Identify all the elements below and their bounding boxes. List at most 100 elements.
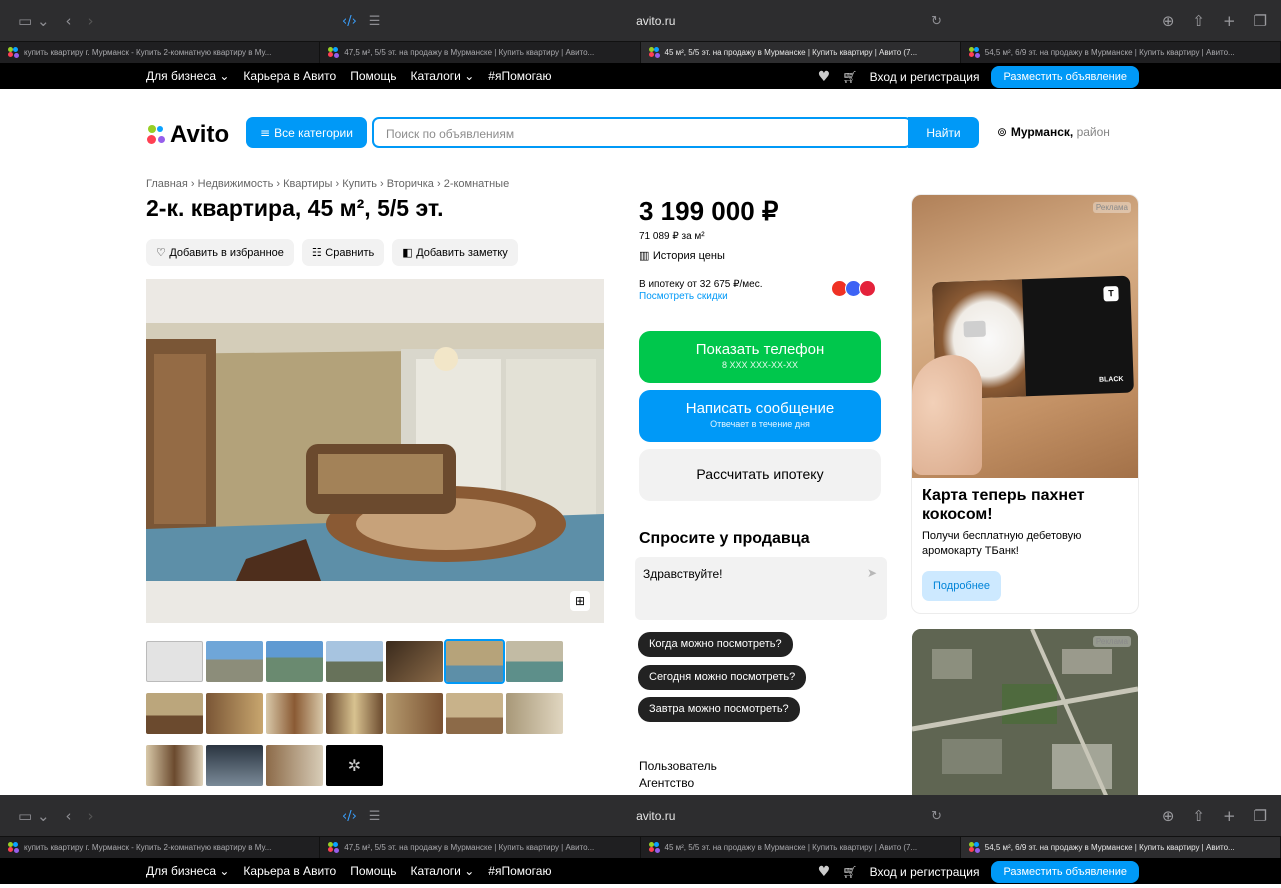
price-history-link[interactable]: ▥ История цены [639,249,725,262]
sidebar-toggle-icon[interactable]: ▭ ⌄ [18,807,50,825]
new-tab-icon[interactable]: + [1223,12,1236,30]
thumbnail[interactable] [266,641,323,682]
tabs-overview-icon[interactable]: ❐ [1254,807,1267,825]
avito-favicon-icon [968,842,980,853]
address-bar[interactable]: ‹/› ☰ avito.ru ↻ [342,803,942,829]
post-ad-button[interactable]: Разместить объявление [991,861,1139,883]
thumbnail[interactable] [146,641,203,682]
share-icon[interactable]: ⇧ [1192,12,1205,30]
find-button[interactable]: Найти [908,117,979,148]
quick-question-chip[interactable]: Когда можно посмотреть? [638,632,793,657]
nav-business[interactable]: Для бизнеса ⌄ [146,864,229,878]
thumbnail-more[interactable]: ✲ [326,745,383,786]
message-input[interactable]: Здравствуйте! ➤ [635,557,887,620]
ad-banner-tbank[interactable]: Реклама T BLACK Карта теперь пахнет коко… [912,195,1138,613]
tab-bar: купить квартиру г. Мурманск - Купить 2-к… [0,41,1281,63]
thumbnail[interactable] [206,745,263,786]
thumbnail[interactable] [386,693,443,734]
write-message-button[interactable]: Написать сообщение Отвечает в течение дн… [639,390,881,442]
ad-more-button[interactable]: Подробнее [922,571,1002,601]
nav-catalogs[interactable]: Каталоги ⌄ [411,69,475,83]
reader-icon[interactable]: ☰ [369,14,381,29]
nav-business[interactable]: Для бизнеса ⌄ [146,69,229,83]
thumbnail[interactable] [266,693,323,734]
forward-icon[interactable]: › [88,12,94,30]
back-icon[interactable]: ‹ [66,807,72,825]
menu-search-icon: ≡ [260,125,271,140]
thumbnail[interactable] [266,745,323,786]
seller-info: Пользователь Агентство [639,758,717,792]
compare-button[interactable]: ☷ Сравнить [301,239,385,266]
add-favorite-button[interactable]: ♡ Добавить в избранное [146,239,294,266]
add-note-button[interactable]: ◧ Добавить заметку [392,239,518,266]
reload-icon[interactable]: ↻ [931,809,942,824]
reader-icon[interactable]: ☰ [369,809,381,824]
bank-logos [831,280,876,297]
download-icon[interactable]: ⊕ [1162,12,1175,30]
nav-catalogs[interactable]: Каталоги ⌄ [411,864,475,878]
nav-career[interactable]: Карьера в Авито [243,864,336,878]
cart-icon[interactable]: 🛒︎ [842,70,857,84]
thumbnail[interactable] [146,693,203,734]
sidebar-toggle-icon[interactable]: ▭ ⌄ [18,12,50,30]
nav-help[interactable]: Помощь [350,864,396,878]
all-categories-button[interactable]: ≡ Все категории [246,117,367,148]
thumbnail[interactable] [206,693,263,734]
tab-title: 54,5 м², 6/9 эт. на продажу в Мурманске … [984,843,1235,852]
avito-logo-icon [146,124,168,146]
send-icon[interactable]: ➤ [867,566,877,580]
nav-ihelp[interactable]: #яПомогаю [488,864,551,878]
favorites-heart-icon[interactable]: ♥ [818,69,831,85]
thumbnail[interactable] [446,693,503,734]
browser-tab-active[interactable]: 54,5 м², 6/9 эт. на продажу в Мурманске … [960,837,1281,858]
browser-tab[interactable]: купить квартиру г. Мурманск - Купить 2-к… [0,42,321,63]
avito-favicon-icon [328,842,340,853]
avito-logo[interactable]: Avito [146,121,229,149]
browser-tab[interactable]: 45 м², 5/5 эт. на продажу в Мурманске | … [641,837,961,858]
nav-ihelp[interactable]: #яПомогаю [488,69,551,83]
bank-icon [859,280,876,297]
thumbnail[interactable] [386,641,443,682]
nav-career[interactable]: Карьера в Авито [243,69,336,83]
download-icon[interactable]: ⊕ [1162,807,1175,825]
new-tab-icon[interactable]: + [1223,807,1236,825]
thumbnail[interactable] [506,693,563,734]
thumbnail[interactable] [506,641,563,682]
forward-icon[interactable]: › [88,807,94,825]
search-input[interactable]: Поиск по объявлениям [372,117,912,148]
login-link[interactable]: Вход и регистрация [870,865,980,879]
thumbnail[interactable] [206,641,263,682]
thumbnail[interactable] [146,745,203,786]
location-selector[interactable]: ⊚ Мурманск, район [997,125,1110,139]
nav-help[interactable]: Помощь [350,69,396,83]
thumbnail[interactable] [326,693,383,734]
seller-name[interactable]: Пользователь [639,758,717,775]
thumbnail-selected[interactable] [444,639,505,684]
favorites-heart-icon[interactable]: ♥ [818,864,831,880]
cart-icon[interactable]: 🛒︎ [842,865,857,879]
browser-tab[interactable]: купить квартиру г. Мурманск - Купить 2-к… [0,837,321,858]
show-phone-button[interactable]: Показать телефон 8 XXX XXX-XX-XX [639,331,881,383]
back-icon[interactable]: ‹ [66,12,72,30]
discounts-link[interactable]: Посмотреть скидки [639,291,763,303]
address-bar[interactable]: ‹/› ☰ avito.ru ↻ [342,8,942,34]
calc-mortgage-button[interactable]: Рассчитать ипотеку [639,449,881,501]
tabs-overview-icon[interactable]: ❐ [1254,12,1267,30]
quick-question-chip[interactable]: Сегодня можно посмотреть? [638,665,807,690]
tab-title: купить квартиру г. Мурманск - Купить 2-к… [24,48,272,57]
reload-icon[interactable]: ↻ [931,14,942,29]
mortgage-text: В ипотеку от 32 675 ₽/мес. [639,279,763,290]
browser-tab[interactable]: 47,5 м², 5/5 эт. на продажу в Мурманске … [320,837,641,858]
main-photo[interactable]: ⊞ [146,279,604,623]
share-icon[interactable]: ⇧ [1192,807,1205,825]
login-link[interactable]: Вход и регистрация [870,70,980,84]
ad-banner-map[interactable]: Реклама [912,629,1138,795]
post-ad-button[interactable]: Разместить объявление [991,66,1139,88]
thumbnail[interactable] [326,641,383,682]
breadcrumb[interactable]: Главная › Недвижимость › Квартиры › Купи… [146,178,509,190]
quick-question-chip[interactable]: Завтра можно посмотреть? [638,697,800,722]
browser-tab[interactable]: 47,5 м², 5/5 эт. на продажу в Мурманске … [320,42,641,63]
browser-tab-active[interactable]: 45 м², 5/5 эт. на продажу в Мурманске | … [640,42,961,63]
floorplan-icon[interactable]: ⊞ [570,591,590,611]
browser-tab[interactable]: 54,5 м², 6/9 эт. на продажу в Мурманске … [961,42,1281,63]
